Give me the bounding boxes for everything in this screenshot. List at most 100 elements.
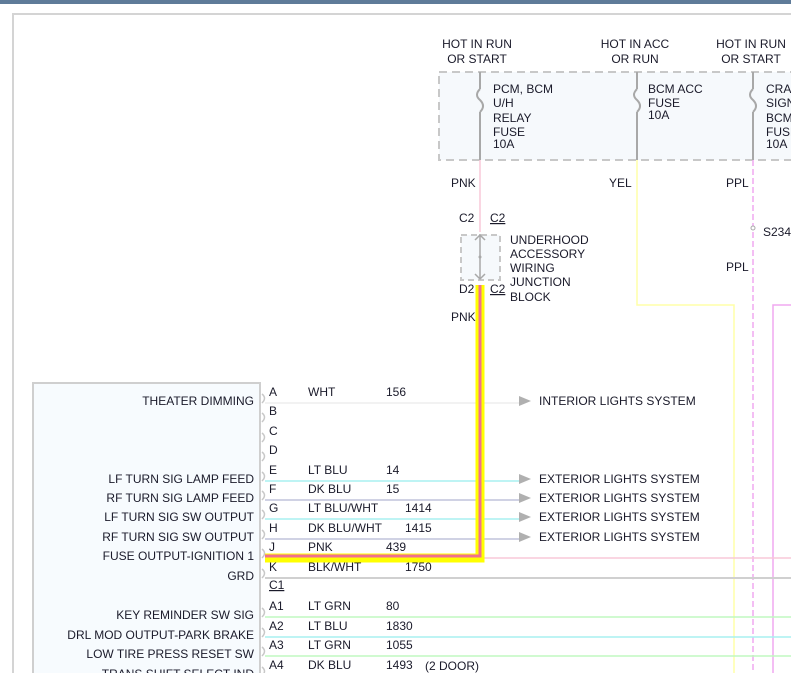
svg-text:JUNCTION: JUNCTION: [510, 275, 571, 289]
system-link[interactable]: EXTERIOR LIGHTS SYSTEM: [539, 491, 700, 505]
circuit-number: 80: [386, 599, 400, 613]
pin-id: A1: [269, 599, 284, 613]
power-source-label: HOT IN ACC: [601, 37, 670, 51]
pin-function: RF TURN SIG SW OUTPUT: [102, 530, 254, 544]
wire-color: PNK: [308, 540, 333, 554]
pin-id: C1: [269, 578, 285, 592]
pin-id: D: [269, 443, 278, 457]
svg-text:BCM ACC: BCM ACC: [648, 82, 703, 96]
wire-color: LT GRN: [308, 599, 351, 613]
pin-id: A3: [269, 638, 284, 652]
pin-terminal-icon: [261, 432, 266, 443]
highlighted-circuit[interactable]: [265, 285, 485, 563]
system-link[interactable]: EXTERIOR LIGHTS SYSTEM: [539, 510, 700, 524]
pin-terminal-icon: [261, 607, 266, 618]
pin-function: KEY REMINDER SW SIG: [116, 608, 254, 622]
svg-text:PCM, BCM: PCM, BCM: [493, 82, 553, 96]
power-source-label: OR RUN: [611, 52, 658, 66]
svg-text:ACCESSORY: ACCESSORY: [510, 247, 585, 261]
wire-color: LT GRN: [308, 638, 351, 652]
wire-label: PPL: [726, 176, 749, 190]
wire-label: PNK: [451, 176, 476, 190]
circuit-number: 439: [386, 540, 406, 554]
wire-color: DK BLU/WHT: [308, 521, 383, 535]
pin-row: B: [261, 404, 277, 423]
pin-terminal-icon: [261, 393, 266, 404]
system-link[interactable]: EXTERIOR LIGHTS SYSTEM: [539, 472, 700, 486]
connector-label: C2: [459, 211, 475, 225]
highlighted-circuit-core: [265, 285, 482, 558]
pin-function: FUSE OUTPUT-IGNITION 1: [103, 549, 255, 563]
circuit-number: 1830: [386, 619, 413, 633]
pin-id: G: [269, 501, 278, 515]
pin-terminal-icon: [261, 548, 266, 559]
pin-terminal-icon: [261, 509, 266, 520]
pin-function: THEATER DIMMING: [142, 394, 254, 408]
splice-icon: [750, 225, 756, 231]
svg-text:CRANK: CRANK: [766, 82, 791, 96]
wire-label: YEL: [609, 176, 632, 190]
wire-ppl-branch: [772, 304, 791, 673]
wire-color: DK BLU: [308, 658, 351, 672]
pin-id: E: [269, 463, 277, 477]
pin-terminal-icon: [261, 627, 266, 638]
pin-terminal-icon: [261, 666, 266, 673]
wire-label: PPL: [726, 260, 749, 274]
pin-row: KGRDBLK/WHT 1750: [227, 560, 791, 583]
circuit-number: 156: [386, 385, 406, 399]
junction-block-name: UNDERHOOD ACCESSORY WIRING JUNCTION BLOC…: [510, 233, 589, 304]
circuit-number: 1414: [405, 501, 432, 515]
power-source-label: OR START: [447, 52, 507, 66]
system-link[interactable]: EXTERIOR LIGHTS SYSTEM: [539, 530, 700, 544]
wire-color: WHT: [308, 385, 336, 399]
fuse-block: [438, 71, 791, 161]
svg-text:BCM: BCM: [766, 111, 791, 125]
pin-terminal-icon: [261, 412, 266, 423]
circuit-number: 1055: [386, 638, 413, 652]
pin-terminal-icon: [261, 451, 266, 462]
wire-label: PNK: [451, 310, 476, 324]
arrow-icon: [519, 493, 531, 503]
connector-label: C2: [490, 211, 506, 225]
system-link[interactable]: INTERIOR LIGHTS SYSTEM: [539, 394, 696, 408]
svg-text:BLOCK: BLOCK: [510, 290, 551, 304]
wire-color: LT BLU/WHT: [308, 501, 379, 515]
svg-text:UNDERHOOD: UNDERHOOD: [510, 233, 589, 247]
pin-function: LF TURN SIG SW OUTPUT: [104, 510, 254, 524]
pin-function: LOW TIRE PRESS RESET SW: [86, 647, 254, 661]
wire-color: DK BLU: [308, 482, 351, 496]
pin-terminal-icon: [261, 490, 266, 501]
wire-color: LT BLU: [308, 463, 348, 477]
pin-function: GRD: [227, 569, 254, 583]
connector-label: C2: [490, 282, 506, 296]
svg-text:RELAY: RELAY: [493, 111, 531, 125]
circuit-number: 1493: [386, 658, 413, 672]
pin-terminal-icon: [261, 471, 266, 482]
pin-function: RF TURN SIG LAMP FEED: [106, 491, 254, 505]
connector-label: D2: [459, 282, 475, 296]
wire-yel: [636, 160, 735, 673]
pin-id: F: [269, 482, 276, 496]
pin-row: D: [261, 443, 278, 462]
pin-id: A2: [269, 619, 284, 633]
arrow-icon: [519, 474, 531, 484]
svg-text:U/H: U/H: [493, 96, 514, 110]
pin-terminal-icon: [261, 529, 266, 540]
pin-row: C: [261, 424, 278, 443]
arrow-icon: [519, 396, 531, 406]
pin-terminal-icon: [261, 568, 266, 579]
pin-id: A4: [269, 658, 284, 672]
pin-id: B: [269, 404, 277, 418]
pin-id: A: [269, 385, 277, 399]
power-source-1: HOT IN RUN OR START: [442, 37, 512, 66]
splice-label: S234: [763, 225, 791, 239]
power-source-label: HOT IN RUN: [716, 37, 786, 51]
pin-function: DRL MOD OUTPUT-PARK BRAKE: [67, 628, 254, 642]
wire-color: LT BLU: [308, 619, 348, 633]
svg-text:10A: 10A: [493, 137, 514, 151]
pin-row: C1: [269, 578, 285, 592]
arrow-icon: [519, 512, 531, 522]
power-source-3: HOT IN RUN OR START: [716, 37, 786, 66]
power-source-label: OR START: [721, 52, 781, 66]
svg-text:10A: 10A: [648, 108, 669, 122]
